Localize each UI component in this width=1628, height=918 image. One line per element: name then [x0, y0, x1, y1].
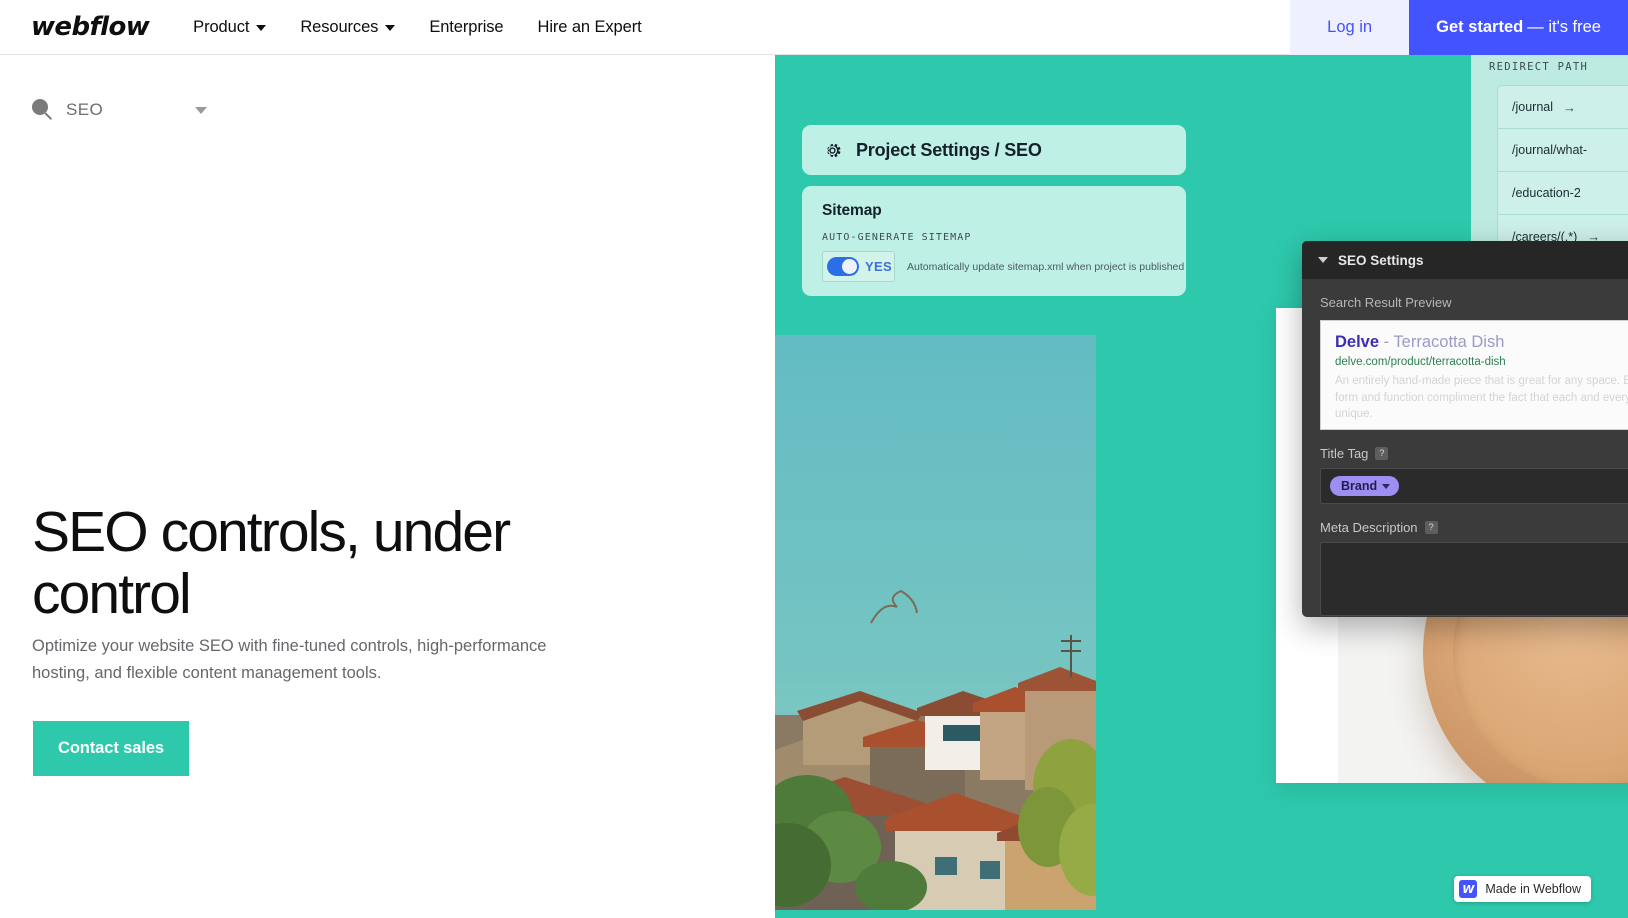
- sitemap-card: Sitemap AUTO-GENERATE SITEMAP YES Automa…: [802, 186, 1186, 296]
- sitemap-toggle-row: YES Automatically update sitemap.xml whe…: [822, 251, 1186, 282]
- search-icon: [32, 99, 54, 121]
- page-root: webflow Product Resources Enterprise Hir…: [0, 0, 1628, 918]
- seo-settings-header[interactable]: SEO Settings: [1302, 241, 1628, 279]
- made-in-webflow-badge[interactable]: W Made in Webflow: [1454, 876, 1591, 902]
- product-showcase-pane: REDIRECT PATH /journal → /journal/what- …: [775, 55, 1628, 918]
- toggle-switch: [827, 257, 859, 276]
- sitemap-hint-text: Automatically update sitemap.xml when pr…: [907, 260, 1185, 273]
- search-result-preview-label: Search Result Preview: [1320, 295, 1452, 310]
- redirect-list: /journal → /journal/what- /education-2 /…: [1497, 85, 1628, 259]
- nav-item-product-label: Product: [193, 17, 250, 36]
- meta-description-label-row: Meta Description ? + Add Field: [1320, 520, 1628, 535]
- hero-left-pane: SEO SEO controls, under control Optimize…: [0, 55, 775, 918]
- gear-icon: [827, 143, 841, 157]
- preview-separator: -: [1383, 333, 1390, 351]
- preview-url: delve.com/product/terracotta-dish: [1335, 356, 1506, 369]
- project-settings-title: Project Settings / SEO: [856, 139, 1042, 160]
- seo-settings-title: SEO Settings: [1338, 252, 1424, 268]
- chevron-down-icon: [256, 25, 267, 31]
- navbar-actions: Log in Get started — it's free: [1290, 0, 1628, 55]
- title-tag-label-row: Title Tag ? + Add Field: [1320, 446, 1628, 461]
- chevron-down-icon: [1382, 483, 1391, 489]
- preview-product-name: Terracotta Dish: [1393, 333, 1505, 351]
- search-input-value[interactable]: SEO: [66, 100, 103, 120]
- help-icon[interactable]: ?: [1424, 521, 1438, 534]
- preview-description: An entirely hand-made piece that is grea…: [1335, 375, 1628, 421]
- contact-sales-button[interactable]: Contact sales: [33, 721, 189, 776]
- seo-settings-panel: SEO Settings Search Result Preview Delve…: [1302, 241, 1628, 617]
- sitemap-title: Sitemap: [822, 202, 882, 219]
- search-dropdown[interactable]: SEO: [32, 99, 207, 121]
- preview-title-row: Delve - Terracotta Dish: [1335, 333, 1628, 351]
- main-navigation: Product Resources Enterprise Hire an Exp…: [193, 17, 642, 37]
- title-tag-label: Title Tag: [1320, 446, 1369, 461]
- title-tag-field[interactable]: Brand: [1320, 468, 1628, 504]
- chevron-down-icon: [385, 25, 396, 31]
- nav-item-hire-an-expert[interactable]: Hire an Expert: [538, 18, 642, 37]
- brand-token-label: Brand: [1341, 479, 1378, 493]
- get-started-bold-label: Get started: [1436, 17, 1524, 36]
- preview-brand: Delve: [1335, 333, 1380, 351]
- triangle-down-icon[interactable]: [1318, 257, 1328, 263]
- get-started-rest-label: — it's free: [1527, 17, 1601, 36]
- auto-generate-sitemap-label: AUTO-GENERATE SITEMAP: [822, 232, 972, 243]
- redirect-path: /journal: [1512, 100, 1553, 114]
- webflow-logo[interactable]: webflow: [31, 12, 150, 42]
- help-icon[interactable]: ?: [1375, 447, 1389, 460]
- redirect-row[interactable]: /journal →: [1498, 86, 1628, 129]
- get-started-button[interactable]: Get started — it's free: [1409, 0, 1628, 55]
- nav-item-enterprise-label: Enterprise: [429, 17, 504, 36]
- redirect-path: /education-2: [1512, 186, 1581, 200]
- town-illustration: [775, 589, 1096, 910]
- page-title: SEO controls, under control: [32, 500, 511, 626]
- redirect-path-header: REDIRECT PATH: [1489, 61, 1589, 73]
- meta-description-label: Meta Description: [1320, 520, 1418, 535]
- hero-description: Optimize your website SEO with fine-tune…: [32, 637, 547, 682]
- login-button[interactable]: Log in: [1290, 0, 1410, 55]
- nav-item-enterprise[interactable]: Enterprise: [429, 18, 503, 37]
- arrow-right-icon: →: [1563, 99, 1576, 115]
- project-settings-card[interactable]: Project Settings / SEO: [802, 125, 1186, 175]
- auto-generate-sitemap-toggle[interactable]: YES: [822, 251, 895, 282]
- chevron-down-icon: [195, 106, 207, 114]
- seo-settings-body: Search Result Preview Delve - Terracotta…: [1302, 279, 1628, 616]
- webflow-mark-icon: W: [1459, 880, 1478, 898]
- nav-item-resources-label: Resources: [300, 17, 379, 36]
- top-navbar: webflow Product Resources Enterprise Hir…: [0, 0, 1628, 55]
- meta-description-field[interactable]: [1320, 542, 1628, 616]
- made-in-webflow-label: Made in Webflow: [1485, 882, 1581, 896]
- redirect-row[interactable]: /journal/what-: [1498, 129, 1628, 172]
- redirect-row[interactable]: /education-2: [1498, 172, 1628, 215]
- nav-item-resources[interactable]: Resources: [300, 17, 396, 37]
- nav-item-hire-an-expert-label: Hire an Expert: [537, 17, 642, 36]
- nav-item-product[interactable]: Product: [193, 17, 267, 37]
- hillside-town-photo: [775, 335, 1096, 910]
- search-result-preview: Delve - Terracotta Dish delve.com/produc…: [1320, 320, 1628, 430]
- redirect-path: /journal/what-: [1512, 143, 1588, 157]
- brand-token-chip[interactable]: Brand: [1330, 476, 1400, 496]
- toggle-value-label: YES: [865, 259, 892, 274]
